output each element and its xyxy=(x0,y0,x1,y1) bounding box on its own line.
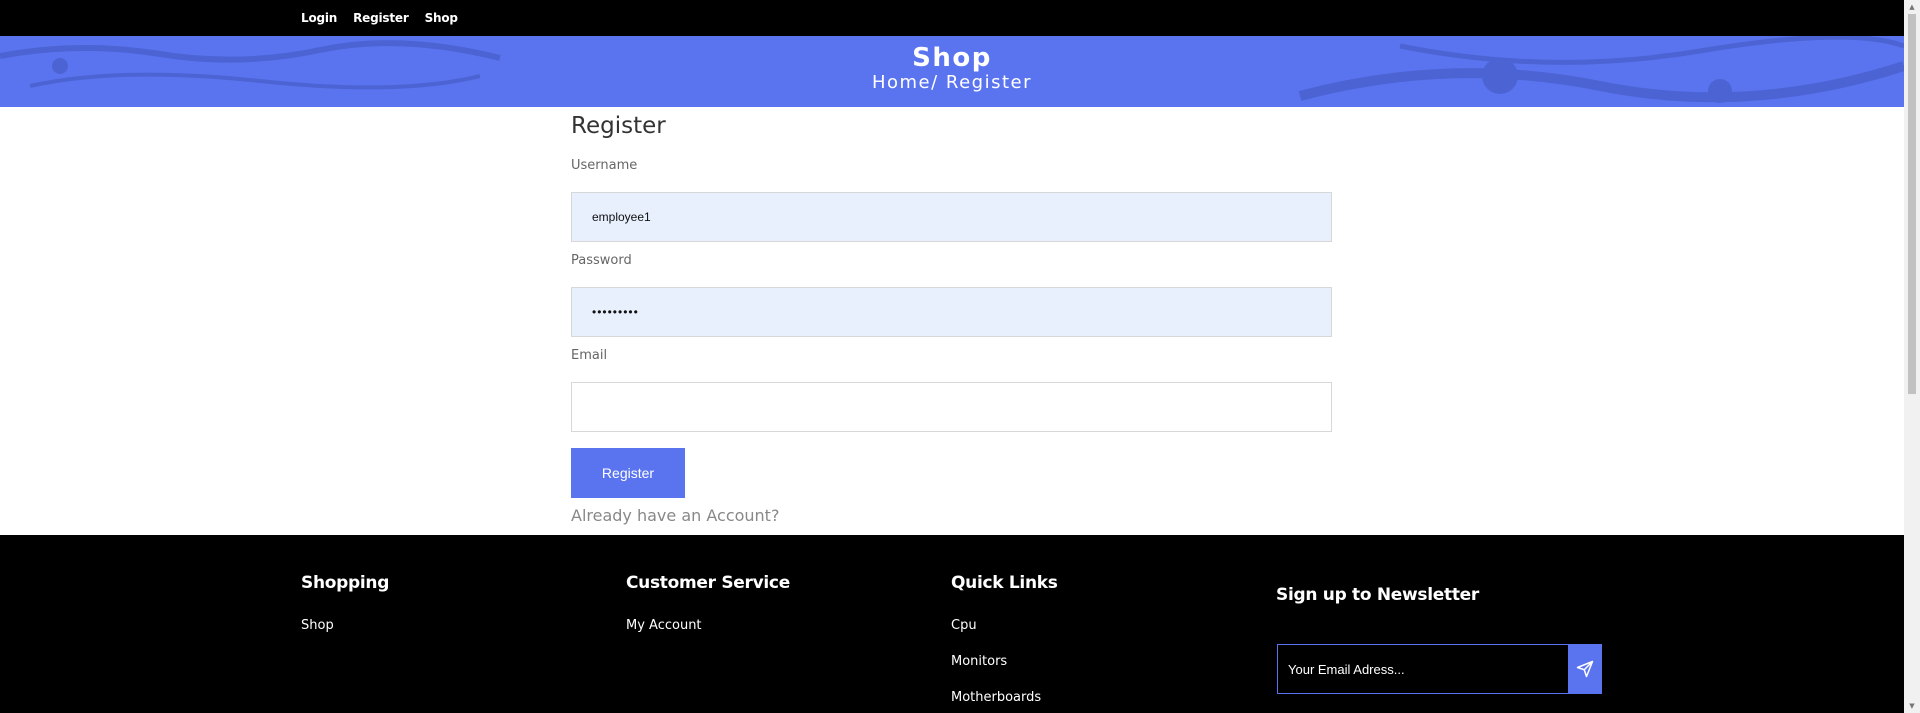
footer-shopping-title: Shopping xyxy=(301,573,390,593)
footer-link-cpu[interactable]: Cpu xyxy=(951,618,977,633)
login-link[interactable]: Already have an Account? xyxy=(571,506,779,525)
email-label: Email xyxy=(571,348,608,363)
newsletter-email-input[interactable]: Your Email Adress... xyxy=(1278,645,1568,693)
newsletter-submit-button[interactable] xyxy=(1568,645,1601,693)
register-button[interactable]: Register xyxy=(571,448,685,498)
nav-shop-link[interactable]: Shop xyxy=(425,11,458,25)
nav-login-link[interactable]: Login xyxy=(301,11,337,25)
register-heading: Register xyxy=(571,113,666,139)
username-input[interactable]: employee1 xyxy=(571,192,1332,242)
password-label: Password xyxy=(571,253,632,268)
footer-quick-links-title: Quick Links xyxy=(951,573,1058,593)
breadcrumb: Home/ Register xyxy=(871,72,1033,93)
scroll-thumb[interactable] xyxy=(1908,14,1916,394)
page-title: Shop xyxy=(912,43,992,73)
footer-link-monitors[interactable]: Monitors xyxy=(951,654,1007,669)
send-icon xyxy=(1576,660,1593,678)
newsletter-title: Sign up to Newsletter xyxy=(1276,585,1479,605)
footer-customer-service-title: Customer Service xyxy=(626,573,790,593)
password-value: ••••••••• xyxy=(592,305,639,319)
password-input[interactable]: ••••••••• xyxy=(571,287,1332,337)
username-label: Username xyxy=(571,158,638,173)
site-footer: Shopping Shop Customer Service My Accoun… xyxy=(0,535,1904,713)
footer-link-motherboards[interactable]: Motherboards xyxy=(951,690,1041,705)
scroll-up-arrow-icon[interactable]: ▲ xyxy=(1904,0,1920,14)
footer-link-shop[interactable]: Shop xyxy=(301,618,334,633)
email-input[interactable] xyxy=(571,382,1332,432)
page-scrollbar[interactable]: ▲ ▼ xyxy=(1904,0,1920,713)
top-navbar: Login Register Shop xyxy=(0,0,1904,36)
nav-register-link[interactable]: Register xyxy=(353,11,409,25)
newsletter-form: Your Email Adress... xyxy=(1277,644,1602,694)
username-value: employee1 xyxy=(592,210,651,224)
page-banner: Shop Home/ Register xyxy=(0,36,1904,107)
footer-link-my-account[interactable]: My Account xyxy=(626,618,702,633)
top-nav: Login Register Shop xyxy=(301,0,458,36)
scroll-down-arrow-icon[interactable]: ▼ xyxy=(1904,699,1920,713)
